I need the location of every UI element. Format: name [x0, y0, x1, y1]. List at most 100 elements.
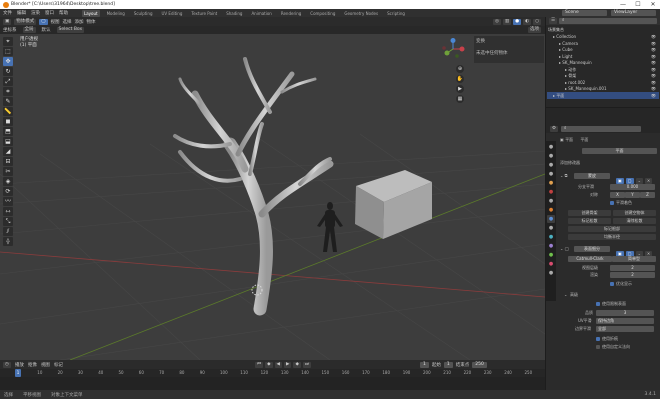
data-tab-icon[interactable]: ● [547, 251, 555, 259]
material-tab-icon[interactable]: ● [547, 260, 555, 268]
timeline-editor-button[interactable]: ◷ [3, 361, 11, 368]
subsurf-name[interactable]: 表面细分 [574, 246, 610, 252]
current-frame-field[interactable]: 1 [420, 361, 429, 368]
zoom-icon[interactable]: ⊕ [456, 65, 464, 73]
workspace-tab-shading[interactable]: Shading [224, 10, 244, 17]
limit-surface-checkbox[interactable] [596, 302, 600, 306]
symmetry-x[interactable]: X [610, 192, 625, 198]
tool-tab-icon[interactable]: ● [547, 143, 555, 151]
viewlayer-selector[interactable]: ViewLayer [611, 10, 656, 16]
texture-tab-icon[interactable]: ● [547, 269, 555, 277]
scene-selector[interactable]: Scene [562, 10, 607, 16]
timeline-marker-menu[interactable]: 标记 [54, 362, 63, 368]
workspace-tab-animation[interactable]: Animation [249, 10, 273, 17]
frame-ruler[interactable]: 0102030405060708090100110120130140150160… [0, 369, 545, 377]
render-levels-field[interactable]: 2 [610, 272, 655, 278]
navigation-gizmo[interactable]: ⊕ ✋ ▶ ▦ [440, 38, 466, 103]
knife-icon[interactable]: ✂ [3, 167, 13, 176]
workspace-tab-compositing[interactable]: Compositing [308, 10, 337, 17]
camera-view-icon[interactable]: ▶ [456, 85, 464, 93]
end-frame-field[interactable]: 250 [472, 361, 487, 368]
select-mode-button[interactable]: ▢ [39, 18, 48, 25]
custom-normals-checkbox[interactable] [596, 345, 600, 349]
menu-select[interactable]: 选择 [63, 19, 72, 25]
menu-edit[interactable]: 编辑 [17, 10, 26, 16]
physics-tab-icon[interactable]: ● [547, 233, 555, 241]
symmetry-y[interactable]: Y [625, 192, 640, 198]
workspace-tab-scripting[interactable]: Scripting [385, 10, 407, 17]
constraints-tab-icon[interactable]: ● [547, 242, 555, 250]
workspace-tab-layout[interactable]: Layout [82, 9, 100, 17]
properties-editor-button[interactable]: ⚙ [550, 126, 559, 132]
ortho-grid-icon[interactable]: ▦ [456, 95, 464, 103]
smooth-checkbox[interactable] [610, 201, 614, 205]
equalize-radii-button[interactable]: 均衡半径 [568, 234, 656, 240]
drag-dropdown[interactable]: Select Box [56, 27, 85, 33]
outliner-search[interactable]: ⌕ [559, 18, 657, 24]
properties-search[interactable]: ⌕ [561, 126, 642, 132]
options-dropdown[interactable]: 选项 [528, 27, 541, 33]
advanced-chevron-icon[interactable]: ⌄ [564, 292, 567, 297]
clear-loose-button[interactable]: 清除松散 [613, 218, 656, 224]
view-layer-tab-icon[interactable]: ● [547, 170, 555, 178]
axis-gizmo-icon[interactable] [440, 38, 466, 60]
scale-icon[interactable]: ⤢ [3, 77, 13, 86]
world-tab-icon[interactable]: ● [547, 188, 555, 196]
collection-tab-icon[interactable]: ● [547, 197, 555, 205]
loopcut-icon[interactable]: ⊟ [3, 157, 13, 166]
material-shading-button[interactable]: ◐ [523, 18, 532, 25]
workspace-tab-texture-paint[interactable]: Texture Paint [189, 10, 219, 17]
render-tab-icon[interactable]: ● [547, 152, 555, 160]
object-tab-icon[interactable]: ● [547, 206, 555, 214]
prev-key-icon[interactable]: ◆ [265, 361, 273, 368]
menu-add[interactable]: 添加 [75, 19, 84, 25]
advanced-label[interactable]: 高级 [570, 292, 578, 298]
rotate-icon[interactable]: ↻ [3, 67, 13, 76]
timeline-keying-menu[interactable]: 抠像 [28, 362, 37, 368]
smooth-icon[interactable]: 〰 [3, 197, 13, 206]
workspace-tab-sculpting[interactable]: Sculpting [132, 10, 155, 17]
move-icon[interactable]: ✥ [3, 57, 13, 66]
outliner-scene-collection[interactable]: 场景集合 [548, 26, 660, 33]
minimize-button[interactable]: — [616, 0, 630, 9]
render-shading-button[interactable]: ○ [533, 18, 541, 25]
timeline-view-menu[interactable]: 视图 [41, 362, 50, 368]
shrink-icon[interactable]: ⤡ [3, 217, 13, 226]
add-modifier-dropdown[interactable]: 添加修改器 [560, 160, 580, 165]
workspace-tab-uv[interactable]: UV Editing [160, 10, 185, 17]
levels-viewport-field[interactable]: 2 [610, 265, 655, 271]
maximize-button[interactable]: ☐ [631, 0, 645, 9]
mark-root-button[interactable]: 标记根部 [568, 226, 656, 232]
workspace-tab-modeling[interactable]: Modeling [105, 10, 127, 17]
creases-checkbox[interactable] [596, 337, 600, 341]
create-empty-button[interactable]: 创建空物体 [613, 210, 656, 216]
spin-icon[interactable]: ⟳ [3, 187, 13, 196]
menu-render[interactable]: 渲染 [31, 10, 40, 16]
particles-tab-icon[interactable]: ● [547, 224, 555, 232]
annotate-icon[interactable]: ✎ [3, 97, 13, 106]
solid-shading-button[interactable]: ● [513, 18, 522, 25]
menu-view[interactable]: 视图 [51, 19, 60, 25]
timeline-play-menu[interactable]: 播放 [15, 362, 24, 368]
close-button[interactable]: ✕ [646, 0, 660, 9]
optimal-checkbox[interactable] [610, 282, 614, 286]
measure-icon[interactable]: 📏 [3, 107, 13, 116]
branch-smooth-field[interactable]: 0.000 [610, 184, 655, 190]
bevel-icon[interactable]: ◢ [3, 147, 13, 156]
start-frame-field[interactable]: 1 [443, 361, 453, 368]
scene-tab-icon[interactable]: ● [547, 179, 555, 187]
jump-end-icon[interactable]: ⏭ [302, 361, 311, 368]
outliner-item[interactable]: ▸ 平面 👁 [547, 91, 659, 99]
play-reverse-icon[interactable]: ◀ [274, 361, 282, 368]
skin-modifier-name[interactable]: 蒙皮 [574, 173, 610, 179]
orientation-dropdown[interactable]: 全局 [22, 27, 36, 33]
pan-hand-icon[interactable]: ✋ [456, 75, 464, 83]
object-name-field[interactable]: 平面 [582, 148, 657, 154]
extrude-icon[interactable]: ⬒ [3, 127, 13, 136]
uv-smooth-dropdown[interactable]: 保持边角 [596, 318, 654, 324]
mode-dropdown[interactable]: 物体模式 [14, 18, 37, 25]
menu-window[interactable]: 窗口 [45, 10, 54, 16]
overlay-button[interactable]: ◎ [492, 18, 501, 25]
menu-help[interactable]: 帮助 [59, 10, 68, 16]
editor-type-button[interactable]: ▣ [3, 18, 12, 25]
